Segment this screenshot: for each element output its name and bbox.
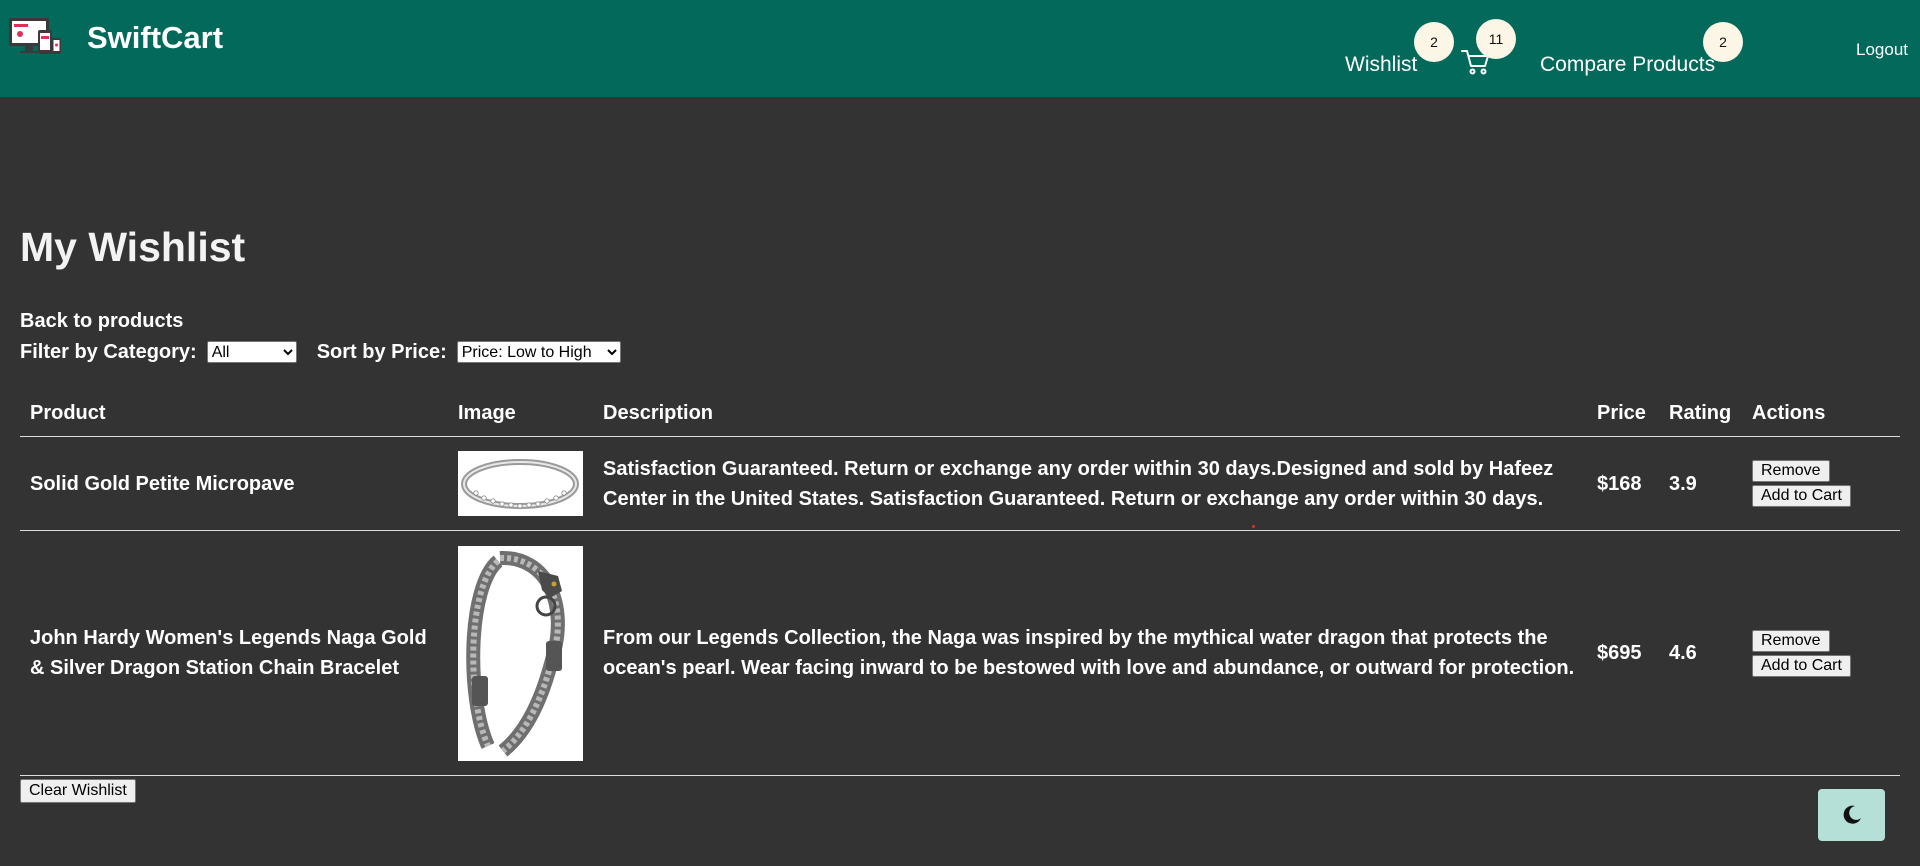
ring-image — [458, 451, 583, 516]
table-row: Solid Gold Petite Micropave Satisfaction… — [20, 436, 1900, 531]
remove-button[interactable]: Remove — [1752, 460, 1830, 482]
product-rating-cell: 4.6 — [1659, 530, 1742, 776]
column-header-product: Product — [20, 390, 448, 437]
clear-wishlist-button[interactable]: Clear Wishlist — [20, 779, 136, 803]
product-rating-cell: 3.9 — [1659, 436, 1742, 531]
logout-link[interactable]: Logout — [1856, 40, 1908, 60]
add-to-cart-button[interactable]: Add to Cart — [1752, 485, 1851, 507]
product-name-cell: John Hardy Women's Legends Naga Gold & S… — [20, 530, 448, 776]
brand-name[interactable]: SwiftCart — [87, 20, 223, 56]
category-filter-select[interactable]: All — [206, 341, 297, 363]
product-image-cell — [448, 436, 593, 531]
column-header-price: Price — [1587, 390, 1659, 437]
nav-wishlist-link[interactable]: Wishlist — [1345, 53, 1417, 77]
product-description-cell: From our Legends Collection, the Naga wa… — [593, 530, 1587, 776]
dragon-bracelet-image — [458, 545, 583, 761]
moon-icon — [1843, 805, 1861, 824]
price-sort-select[interactable]: Price: Low to High — [456, 341, 621, 363]
top-navbar: SwiftCart Wishlist 2 11 Compare Products… — [0, 0, 1920, 97]
product-actions-cell: Remove Add to Cart — [1742, 436, 1900, 531]
table-row: John Hardy Women's Legends Naga Gold & S… — [20, 530, 1900, 776]
product-price-cell: $168 — [1587, 436, 1659, 531]
compare-count-badge: 2 — [1703, 22, 1743, 62]
column-header-image: Image — [448, 390, 593, 437]
column-header-description: Description — [593, 390, 1587, 437]
back-to-products-link[interactable]: Back to products — [20, 310, 183, 333]
product-actions-cell: Remove Add to Cart — [1742, 530, 1900, 776]
cart-count-badge: 11 — [1476, 19, 1516, 59]
filter-sort-bar: Filter by Category: All Sort by Price: P… — [20, 340, 621, 364]
wishlist-count-badge: 2 — [1414, 22, 1454, 62]
product-image-cell — [448, 530, 593, 776]
product-name-cell: Solid Gold Petite Micropave — [20, 436, 448, 531]
wishlist-table: Product Image Description Price Rating A… — [20, 390, 1900, 776]
product-price-cell: $695 — [1587, 530, 1659, 776]
shop-logo-icon[interactable] — [8, 16, 62, 60]
cursor-dot — [1252, 525, 1255, 528]
filter-category-label: Filter by Category: — [20, 340, 197, 363]
theme-toggle-button[interactable] — [1818, 789, 1885, 841]
column-header-actions: Actions — [1742, 390, 1900, 437]
add-to-cart-button[interactable]: Add to Cart — [1752, 654, 1851, 677]
product-description-cell: Satisfaction Guaranteed. Return or excha… — [593, 436, 1587, 531]
sort-price-label: Sort by Price: — [316, 340, 447, 363]
page-title: My Wishlist — [20, 224, 246, 270]
column-header-rating: Rating — [1659, 390, 1742, 437]
remove-button[interactable]: Remove — [1752, 629, 1830, 652]
nav-compare-products-link[interactable]: Compare Products — [1540, 53, 1715, 77]
table-header-row: Product Image Description Price Rating A… — [20, 390, 1900, 437]
